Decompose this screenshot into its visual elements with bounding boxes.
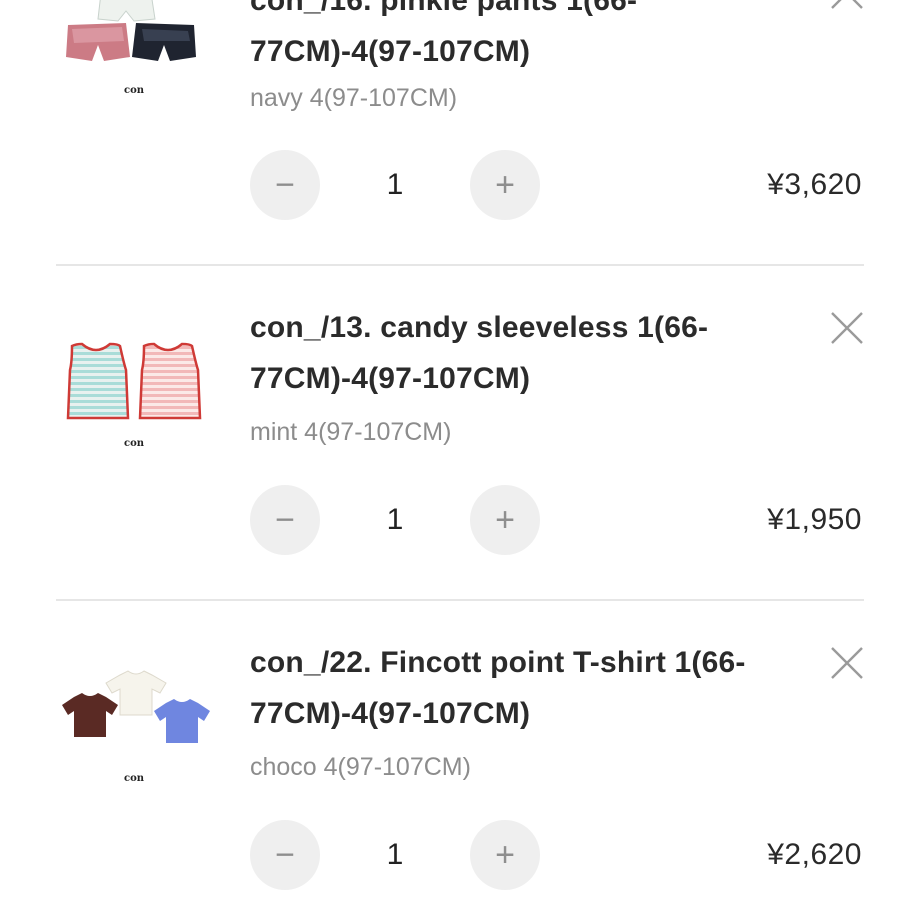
close-icon <box>831 312 863 344</box>
tank-top-image: con <box>66 342 202 449</box>
brand-label: con <box>124 438 145 449</box>
variant-label: navy 4(97-107CM) <box>250 84 458 112</box>
plus-icon: + <box>495 836 515 874</box>
title-line-1: con_/22. Fincott point T-shirt 1(66- <box>250 646 746 679</box>
variant-label: mint 4(97-107CM) <box>250 418 452 446</box>
quantity-value: 1 <box>386 838 404 871</box>
shorts-image: con <box>66 0 196 96</box>
product-thumbnail[interactable]: con <box>56 0 214 141</box>
quantity-value: 1 <box>386 168 404 201</box>
brand-label: con <box>124 773 145 784</box>
title-line-1: con_/16. pinkie pants 1(66- <box>250 0 638 17</box>
close-icon <box>831 647 863 679</box>
tshirt-image: con <box>62 670 210 784</box>
product-thumbnail[interactable]: con <box>56 316 214 476</box>
remove-item-button[interactable] <box>828 0 866 12</box>
cart-item: con con_/13. candy sleeveless 1(66- 77CM… <box>0 205 920 555</box>
title-line-2: 77CM)-4(97-107CM) <box>250 362 531 395</box>
decrease-quantity-button[interactable]: − <box>250 820 320 890</box>
cart-item: con con_/16. pinkie pants 1(66- 77CM)-4(… <box>0 0 920 220</box>
title-line-2: 77CM)-4(97-107CM) <box>250 697 531 730</box>
product-thumbnail[interactable]: con <box>56 651 214 811</box>
product-title[interactable]: con_/16. pinkie pants 1(66- 77CM)-4(97-1… <box>250 0 770 77</box>
item-price: ¥3,620 <box>767 168 862 201</box>
increase-quantity-button[interactable]: + <box>470 820 540 890</box>
product-title[interactable]: con_/22. Fincott point T-shirt 1(66- 77C… <box>250 637 770 739</box>
minus-icon: − <box>275 836 295 874</box>
title-line-1: con_/13. candy sleeveless 1(66- <box>250 311 709 344</box>
variant-label: choco 4(97-107CM) <box>250 753 471 781</box>
product-title[interactable]: con_/13. candy sleeveless 1(66- 77CM)-4(… <box>250 302 770 404</box>
remove-item-button[interactable] <box>828 644 866 682</box>
remove-item-button[interactable] <box>828 309 866 347</box>
item-price: ¥2,620 <box>767 838 862 871</box>
title-line-2: 77CM)-4(97-107CM) <box>250 35 531 68</box>
item-price: ¥1,950 <box>767 503 862 536</box>
close-icon <box>831 0 863 9</box>
cart-item: con con_/22. Fincott point T-shirt 1(66-… <box>0 540 920 890</box>
brand-label: con <box>124 85 145 96</box>
quantity-value: 1 <box>386 503 404 536</box>
